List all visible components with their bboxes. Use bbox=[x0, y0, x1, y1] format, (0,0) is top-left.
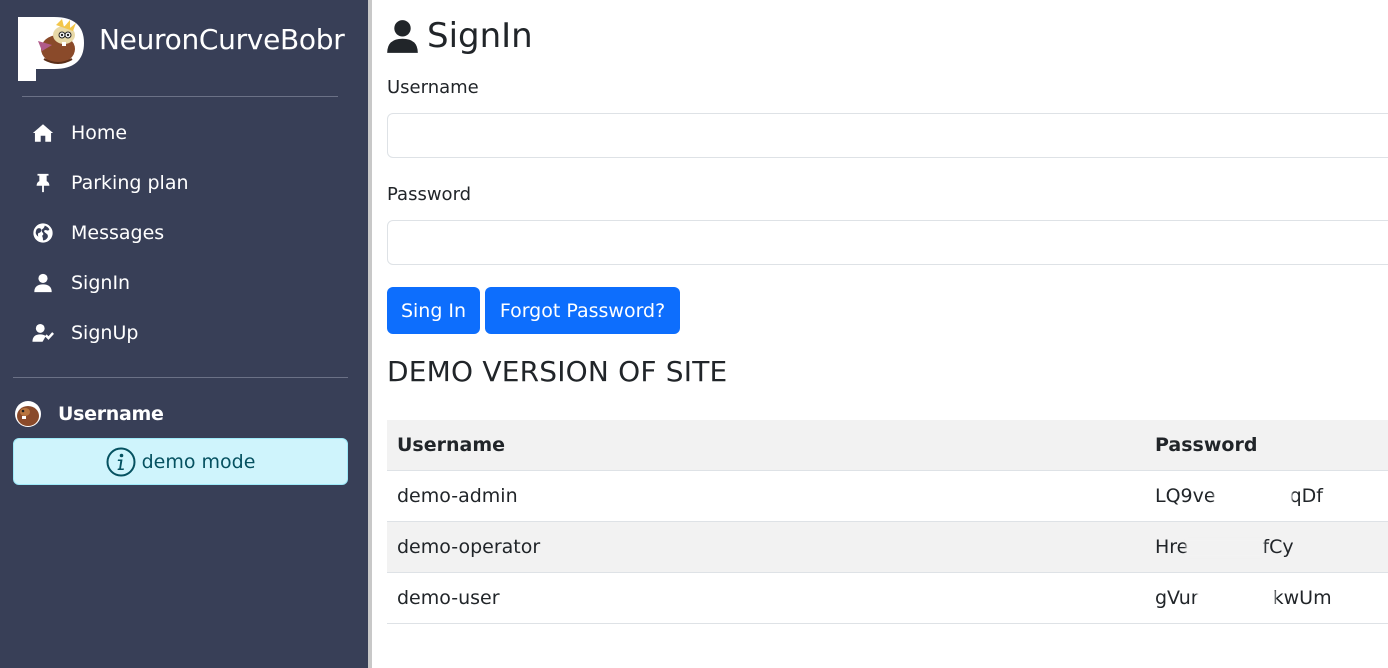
row-password: gVur kwUm bbox=[1145, 572, 1388, 624]
home-icon bbox=[32, 122, 54, 144]
row-password: Hre fCy bbox=[1145, 521, 1388, 573]
table-row: demo-admin LQ9ve qDf bbox=[387, 470, 1388, 522]
main-content: SignIn Username Password Sing In Forgot … bbox=[387, 0, 1388, 668]
user-check-icon bbox=[32, 322, 54, 344]
avatar bbox=[15, 401, 41, 427]
redacted-mask bbox=[1213, 487, 1292, 506]
sidebar-item-signup[interactable]: SignUp bbox=[0, 308, 368, 358]
sidebar-nav: Home Parking plan Messages SignIn SignUp bbox=[0, 108, 368, 358]
password-visible-end: qDf bbox=[1289, 485, 1323, 507]
globe-icon bbox=[32, 222, 54, 244]
password-visible-start: gVur bbox=[1155, 587, 1199, 609]
row-username: demo-operator bbox=[387, 521, 1145, 573]
sidebar-item-label: SignUp bbox=[71, 322, 139, 344]
username-input[interactable] bbox=[387, 113, 1388, 158]
page-title-text: SignIn bbox=[427, 16, 533, 56]
demo-mode-label: demo mode bbox=[141, 450, 256, 473]
demo-credentials-table: Username Password demo-admin LQ9ve qDf de… bbox=[387, 420, 1388, 624]
brand-logo-icon bbox=[18, 17, 84, 81]
password-visible-start: LQ9ve bbox=[1155, 485, 1216, 507]
password-visible-end: fCy bbox=[1262, 536, 1294, 558]
sidebar-item-home[interactable]: Home bbox=[0, 108, 368, 158]
sidebar-divider bbox=[22, 96, 338, 97]
table-row: demo-operator Hre fCy bbox=[387, 521, 1388, 573]
demo-heading: DEMO VERSION OF SITE bbox=[387, 355, 728, 388]
pin-icon bbox=[32, 172, 54, 194]
row-password: LQ9ve qDf bbox=[1145, 470, 1388, 522]
user-icon bbox=[387, 19, 418, 53]
sidebar-item-messages[interactable]: Messages bbox=[0, 208, 368, 258]
user-profile[interactable]: Username bbox=[13, 400, 164, 428]
password-input[interactable] bbox=[387, 220, 1388, 265]
row-username: demo-admin bbox=[387, 470, 1145, 522]
user-icon bbox=[32, 272, 54, 294]
sidebar: NeuronCurveBobr Home Parking plan Messag… bbox=[0, 0, 368, 668]
info-icon bbox=[106, 447, 136, 476]
sidebar-item-parking-plan[interactable]: Parking plan bbox=[0, 158, 368, 208]
forgot-password-button[interactable]: Forgot Password? bbox=[485, 287, 680, 334]
brand[interactable]: NeuronCurveBobr bbox=[18, 15, 358, 81]
demo-mode-badge: demo mode bbox=[13, 438, 348, 485]
password-label: Password bbox=[387, 184, 472, 205]
signin-button[interactable]: Sing In bbox=[387, 287, 480, 334]
sidebar-border bbox=[368, 0, 372, 668]
sidebar-item-label: SignIn bbox=[71, 272, 131, 294]
sidebar-item-label: Home bbox=[71, 122, 128, 144]
redacted-mask bbox=[1196, 589, 1275, 608]
column-header-password: Password bbox=[1145, 420, 1388, 471]
brand-name: NeuronCurveBobr bbox=[99, 23, 345, 56]
column-header-username: Username bbox=[387, 420, 1145, 471]
table-header-row: Username Password bbox=[387, 420, 1388, 471]
redacted-mask bbox=[1186, 538, 1265, 557]
page-title: SignIn bbox=[387, 16, 533, 56]
sidebar-divider bbox=[13, 377, 348, 378]
sidebar-item-label: Parking plan bbox=[71, 172, 189, 194]
row-username: demo-user bbox=[387, 572, 1145, 624]
sidebar-item-signin[interactable]: SignIn bbox=[0, 258, 368, 308]
sidebar-item-label: Messages bbox=[71, 222, 165, 244]
password-visible-end: kwUm bbox=[1272, 587, 1332, 609]
password-visible-start: Hre bbox=[1155, 536, 1189, 558]
table-row: demo-user gVur kwUm bbox=[387, 572, 1388, 624]
username-label: Username bbox=[387, 77, 479, 98]
user-name: Username bbox=[58, 403, 164, 425]
